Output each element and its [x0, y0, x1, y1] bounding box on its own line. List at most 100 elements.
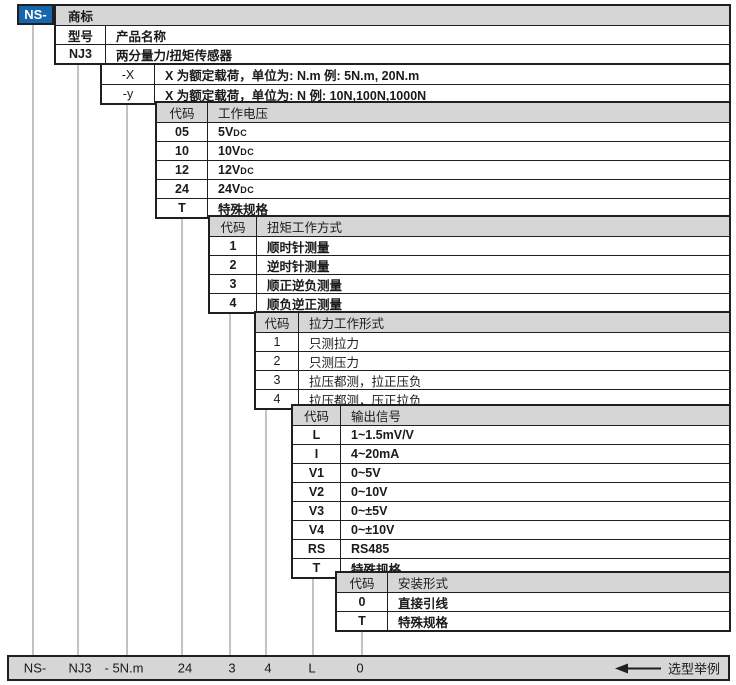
connector-output [312, 577, 314, 655]
installation-table: 代码安装形式0直接引线T特殊规格 [335, 571, 731, 632]
torque-row-3: 4顺负逆正测量 [210, 293, 729, 312]
code-cell: T [157, 199, 208, 217]
output-signal-table: 代码输出信号L1~1.5mV/VI4~20mAV10~5VV20~10VV30~… [291, 404, 731, 579]
code-column-header: 代码 [337, 573, 388, 592]
desc-cell: 特殊规格 [388, 612, 729, 631]
torque-row-1: 2逆时针测量 [210, 255, 729, 274]
load-row-x: -X X 为额定载荷，单位为: N.m 例: 5N.m, 20N.m [102, 65, 729, 84]
voltage-row-0: 055VDC [157, 122, 729, 141]
code-cell: 1 [256, 333, 299, 351]
desc-cell: 0~5V [341, 466, 729, 480]
example-item-0: NS- [24, 661, 46, 676]
desc-cell: 逆时针测量 [257, 256, 729, 275]
label-column-header: 扭矩工作方式 [257, 217, 729, 236]
connector-model [77, 64, 79, 655]
model-row: NJ3 两分量力/扭矩传感器 [56, 44, 729, 63]
voltage-header-row: 代码工作电压 [157, 103, 729, 122]
desc-cell: 只测拉力 [299, 333, 729, 352]
desc-cell: 1~1.5mV/V [341, 428, 729, 442]
model-header-row: 型号 产品名称 [56, 25, 729, 44]
output-row-1: I4~20mA [293, 444, 729, 463]
desc-cell: 0~10V [341, 485, 729, 499]
desc-cell: 0~±5V [341, 504, 729, 518]
voltage-row-2: 1212VDC [157, 160, 729, 179]
code-cell: 2 [210, 256, 257, 274]
code-cell: 1 [210, 237, 257, 255]
desc-cell: 直接引线 [388, 593, 729, 612]
code-cell: 3 [210, 275, 257, 293]
code-cell: 05 [157, 123, 208, 141]
code-cell: 3 [256, 371, 299, 389]
desc-cell: 0~±10V [341, 523, 729, 537]
example-band: 选型举例 NS-NJ3- 5N.m2434L0 [7, 655, 730, 681]
tension-mode-table: 代码拉力工作形式1只测拉力2只测压力3拉压都测，拉正压负4拉压都测，压正拉负 [254, 311, 731, 410]
load-code: -X [102, 65, 155, 84]
code-cell: 4 [210, 294, 257, 312]
label-column-header: 工作电压 [208, 103, 729, 122]
example-arrow: 选型举例 [615, 659, 720, 678]
install-row-0: 0直接引线 [337, 592, 729, 611]
code-cell: V4 [293, 521, 341, 539]
unit-subscript: DC [240, 147, 254, 157]
label-column-header: 输出信号 [341, 406, 729, 425]
tension-header-row: 代码拉力工作形式 [256, 313, 729, 332]
code-cell: 10 [157, 142, 208, 160]
output-row-3: V20~10V [293, 482, 729, 501]
example-item-6: L [308, 661, 315, 676]
tension-row-0: 1只测拉力 [256, 332, 729, 351]
install-row-1: T特殊规格 [337, 611, 729, 630]
code-column-header: 代码 [157, 103, 208, 122]
trademark-row: 商标 [56, 6, 729, 25]
code-cell: T [293, 559, 341, 577]
trademark-label: 商标 [68, 6, 93, 25]
code-cell: 12 [157, 161, 208, 179]
model-table: 商标 型号 产品名称 NJ3 两分量力/扭矩传感器 [54, 4, 731, 65]
output-row-5: V40~±10V [293, 520, 729, 539]
output-row-6: RSRS485 [293, 539, 729, 558]
left-arrow-icon [615, 663, 661, 673]
code-cell: V2 [293, 483, 341, 501]
label-column-header: 安装形式 [388, 573, 729, 592]
code-cell: V1 [293, 464, 341, 482]
desc-cell: 顺时针测量 [257, 237, 729, 256]
output-header-row: 代码输出信号 [293, 406, 729, 425]
example-item-3: 24 [178, 661, 192, 676]
desc-cell: 拉压都测，拉正压负 [299, 371, 729, 390]
example-label: 选型举例 [668, 659, 720, 678]
desc-cell: 12VDC [208, 163, 729, 177]
connector-voltage [181, 216, 183, 655]
unit-subscript: DC [240, 166, 254, 176]
code-column-header: 代码 [293, 406, 341, 425]
brand-code-box: NS- [17, 4, 54, 25]
desc-cell: 顺正逆负测量 [257, 275, 729, 294]
desc-cell: 5VDC [208, 125, 729, 139]
rated-load-table: -X X 为额定载荷，单位为: N.m 例: 5N.m, 20N.m -y X … [100, 63, 731, 105]
brand-code: NS- [24, 7, 46, 22]
product-column-header: 产品名称 [106, 26, 729, 45]
desc-cell: 顺负逆正测量 [257, 294, 729, 313]
desc-cell: RS485 [341, 542, 729, 556]
connector-torque [229, 313, 231, 655]
product-name: 两分量力/扭矩传感器 [106, 45, 729, 64]
model-code: NJ3 [56, 45, 106, 63]
code-cell: V3 [293, 502, 341, 520]
example-item-1: NJ3 [68, 661, 91, 676]
code-cell: L [293, 426, 341, 444]
code-cell: T [337, 612, 388, 630]
example-item-2: - 5N.m [105, 661, 144, 676]
example-item-4: 3 [228, 661, 235, 676]
connector-tension [265, 409, 267, 655]
voltage-row-3: 2424VDC [157, 179, 729, 198]
model-column-header: 型号 [56, 26, 106, 44]
connector-load [126, 103, 128, 655]
torque-header-row: 代码扭矩工作方式 [210, 217, 729, 236]
connector-brand [32, 25, 34, 655]
voltage-table: 代码工作电压055VDC1010VDC1212VDC2424VDCT特殊规格 [155, 101, 731, 219]
unit-subscript: DC [233, 128, 247, 138]
unit-subscript: DC [240, 185, 254, 195]
tension-row-2: 3拉压都测，拉正压负 [256, 370, 729, 389]
desc-cell: 10VDC [208, 144, 729, 158]
code-cell: 2 [256, 352, 299, 370]
load-desc: X 为额定载荷，单位为: N.m 例: 5N.m, 20N.m [155, 65, 729, 84]
load-code: -y [102, 85, 155, 103]
